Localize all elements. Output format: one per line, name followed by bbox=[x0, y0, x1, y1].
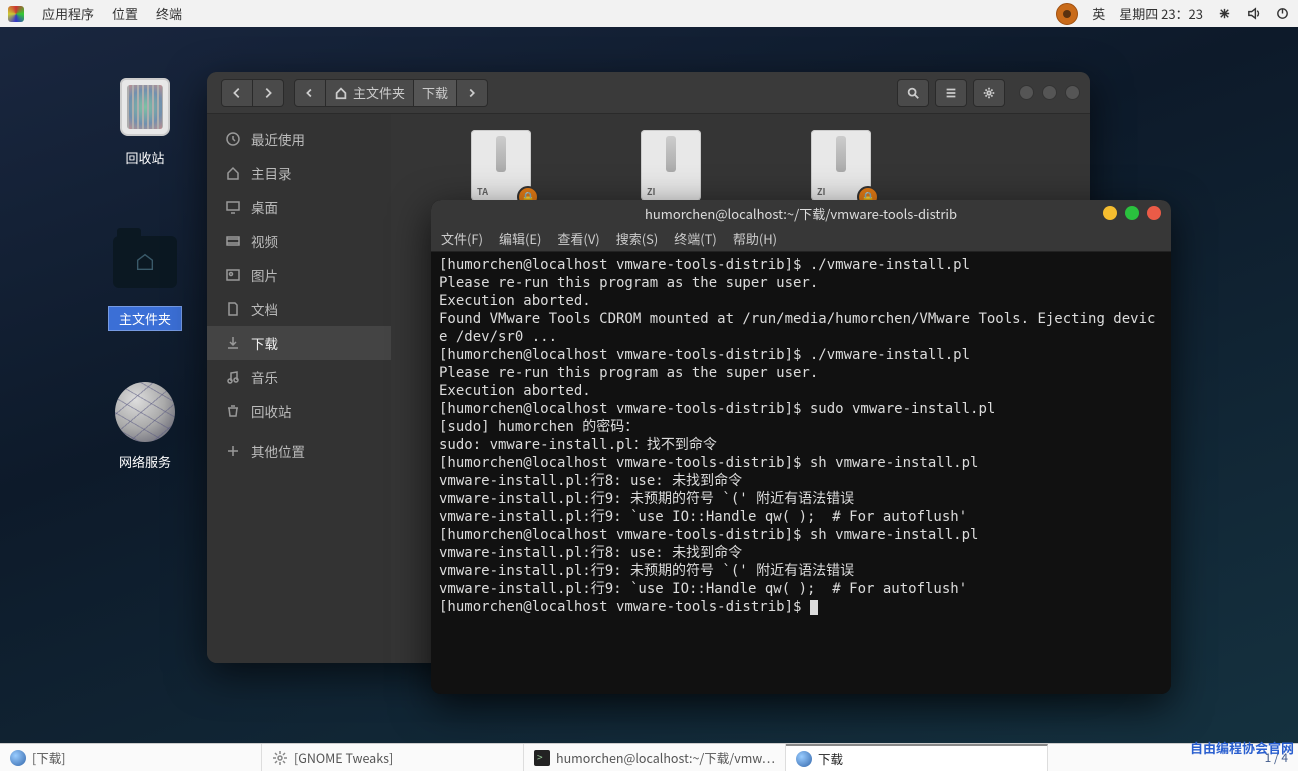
desktop-home-label: 主文件夹 bbox=[108, 306, 182, 331]
window-minimize-button[interactable] bbox=[1019, 85, 1034, 100]
terminal-titlebar[interactable]: humorchen@localhost:~/下载/vmware-tools-di… bbox=[431, 200, 1171, 226]
clock[interactable]: 星期四 23：23 bbox=[1119, 4, 1203, 23]
sidebar-item-trash[interactable]: 回收站 bbox=[207, 394, 391, 428]
power-icon[interactable] bbox=[1275, 6, 1290, 21]
volume-icon[interactable] bbox=[1246, 6, 1261, 21]
taskbar-item-downloads-1[interactable]: [下载] bbox=[0, 744, 262, 771]
activities-logo[interactable] bbox=[8, 6, 24, 22]
window-minimize-button[interactable] bbox=[1103, 206, 1117, 220]
watermark-text: 自由编程协会官网 bbox=[1190, 738, 1294, 757]
taskbar-item-terminal[interactable]: humorchen@localhost:~/下载/vmw… bbox=[524, 744, 786, 771]
crumb-home[interactable]: 主文件夹 bbox=[326, 79, 414, 107]
home-icon bbox=[225, 165, 241, 181]
view-list-button[interactable] bbox=[935, 79, 967, 107]
taskbar: [下载] [GNOME Tweaks] humorchen@localhost:… bbox=[0, 743, 1298, 771]
window-close-button[interactable] bbox=[1065, 85, 1080, 100]
trash-icon bbox=[120, 78, 170, 136]
menu-edit[interactable]: 编辑(E) bbox=[499, 229, 541, 248]
crumb-next-button[interactable] bbox=[457, 79, 488, 107]
nav-forward-button[interactable] bbox=[253, 79, 284, 107]
nav-back-button[interactable] bbox=[221, 79, 253, 107]
terminal-title: humorchen@localhost:~/下载/vmware-tools-di… bbox=[645, 204, 957, 223]
terminal-icon bbox=[534, 750, 550, 766]
trash-sidebar-icon bbox=[225, 403, 241, 419]
archive-icon: TA🔒 bbox=[471, 130, 531, 202]
desktop-trash-label: 回收站 bbox=[100, 148, 190, 167]
plus-icon bbox=[225, 443, 241, 459]
search-button[interactable] bbox=[897, 79, 929, 107]
window-close-button[interactable] bbox=[1147, 206, 1161, 220]
file-manager-titlebar[interactable]: 主文件夹 下载 bbox=[207, 72, 1090, 114]
nautilus-icon bbox=[10, 750, 26, 766]
sidebar-item-music[interactable]: 音乐 bbox=[207, 360, 391, 394]
top-panel: 应用程序 位置 终端 英 星期四 23：23 bbox=[0, 0, 1298, 27]
breadcrumb: 主文件夹 下载 bbox=[294, 79, 488, 107]
video-icon bbox=[225, 233, 241, 249]
sidebar-item-downloads[interactable]: 下载 bbox=[207, 326, 391, 360]
menu-file[interactable]: 文件(F) bbox=[441, 229, 483, 248]
ime-indicator-icon[interactable] bbox=[1056, 3, 1078, 25]
archive-icon: ZI🔒 bbox=[811, 130, 871, 202]
crumb-prev-button[interactable] bbox=[294, 79, 326, 107]
workspace-indicator[interactable]: 自由编程协会官网 1 / 4 bbox=[1255, 744, 1298, 771]
menu-terminal[interactable]: 终端(T) bbox=[674, 229, 717, 248]
menu-view[interactable]: 查看(V) bbox=[557, 229, 599, 248]
desktop-trash[interactable]: 回收站 bbox=[100, 78, 190, 167]
sidebar-item-home[interactable]: 主目录 bbox=[207, 156, 391, 190]
desktop-network[interactable]: 网络服务 bbox=[100, 380, 190, 471]
documents-icon bbox=[225, 301, 241, 317]
folder-icon bbox=[113, 236, 177, 288]
settings-button[interactable] bbox=[973, 79, 1005, 107]
taskbar-item-downloads-2[interactable]: 下载 bbox=[786, 744, 1048, 771]
sidebar-item-videos[interactable]: 视频 bbox=[207, 224, 391, 258]
music-icon bbox=[225, 369, 241, 385]
desktop-icon bbox=[225, 199, 241, 215]
file-manager-sidebar: 最近使用 主目录 桌面 视频 图片 文档 下载 音乐 回收站 其他位置 bbox=[207, 114, 391, 663]
menu-applications[interactable]: 应用程序 bbox=[42, 4, 94, 23]
menu-places[interactable]: 位置 bbox=[112, 4, 138, 23]
menu-help[interactable]: 帮助(H) bbox=[733, 229, 777, 248]
ime-language[interactable]: 英 bbox=[1092, 4, 1105, 23]
taskbar-item-tweaks[interactable]: [GNOME Tweaks] bbox=[262, 744, 524, 771]
sidebar-item-pictures[interactable]: 图片 bbox=[207, 258, 391, 292]
archive-icon: ZI bbox=[641, 130, 701, 202]
crumb-downloads[interactable]: 下载 bbox=[414, 79, 457, 107]
tweaks-icon bbox=[272, 750, 288, 766]
sidebar-item-desktop[interactable]: 桌面 bbox=[207, 190, 391, 224]
sidebar-item-documents[interactable]: 文档 bbox=[207, 292, 391, 326]
terminal-window: humorchen@localhost:~/下载/vmware-tools-di… bbox=[431, 200, 1171, 694]
window-maximize-button[interactable] bbox=[1042, 85, 1057, 100]
menu-terminal[interactable]: 终端 bbox=[156, 4, 182, 23]
sidebar-item-other[interactable]: 其他位置 bbox=[207, 434, 391, 468]
terminal-menubar: 文件(F) 编辑(E) 查看(V) 搜索(S) 终端(T) 帮助(H) bbox=[431, 226, 1171, 252]
pictures-icon bbox=[225, 267, 241, 283]
download-icon bbox=[225, 335, 241, 351]
network-icon[interactable] bbox=[1217, 6, 1232, 21]
desktop-home[interactable]: 主文件夹 bbox=[100, 230, 190, 331]
menu-search[interactable]: 搜索(S) bbox=[616, 229, 659, 248]
network-globe-icon bbox=[115, 382, 175, 442]
clock-icon bbox=[225, 131, 241, 147]
desktop-network-label: 网络服务 bbox=[100, 452, 190, 471]
nautilus-icon bbox=[796, 751, 812, 767]
window-maximize-button[interactable] bbox=[1125, 206, 1139, 220]
terminal-body[interactable]: [humorchen@localhost vmware-tools-distri… bbox=[431, 252, 1171, 694]
sidebar-item-recent[interactable]: 最近使用 bbox=[207, 122, 391, 156]
